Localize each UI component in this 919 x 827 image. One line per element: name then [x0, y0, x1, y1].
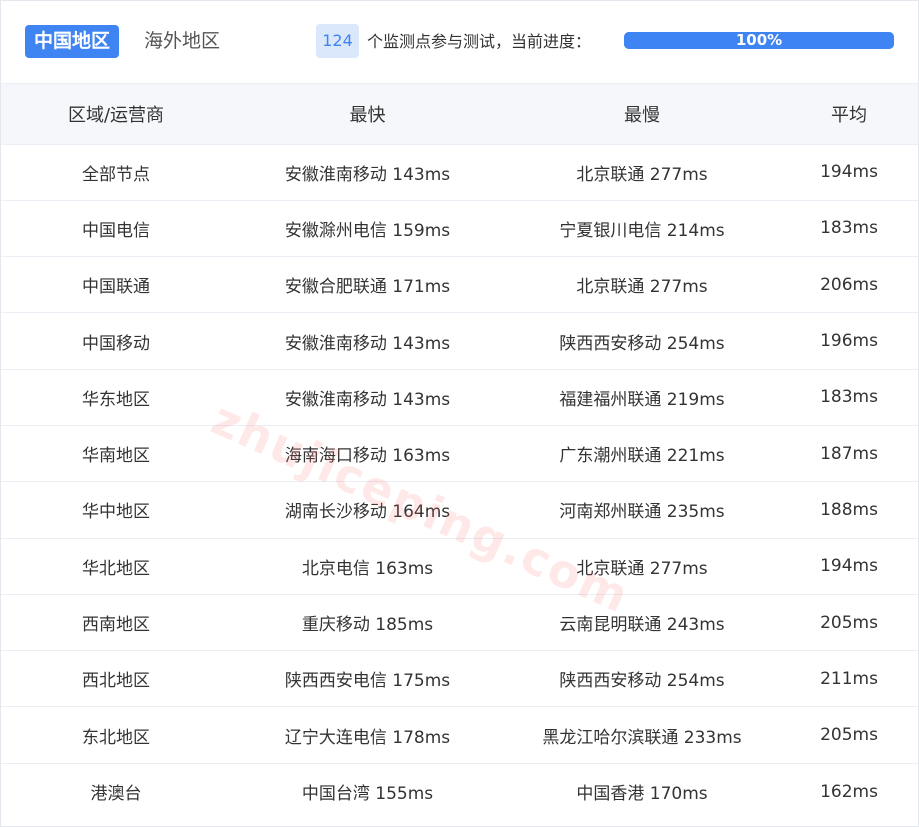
cell-slowest: 陕西西安移动 254ms [559, 333, 725, 354]
header-region: 区域/运营商 [67, 104, 165, 126]
cell-region: 全部节点 [82, 164, 150, 185]
cell-fastest: 安徽淮南移动 143ms [284, 333, 451, 354]
table-row: 中国移动 安徽淮南移动 143ms 陕西西安移动 254ms 196ms [1, 312, 918, 369]
table-row: 港澳台 中国台湾 155ms 中国香港 170ms 162ms [1, 763, 918, 819]
cell-average: 183ms [820, 218, 878, 239]
cell-region: 西北地区 [82, 671, 150, 692]
header-average: 平均 [831, 104, 867, 126]
table-row: 中国联通 安徽合肥联通 171ms 北京联通 277ms 206ms [1, 256, 918, 313]
cell-slowest: 北京联通 277ms [576, 558, 708, 579]
cell-region: 华南地区 [82, 446, 150, 467]
cell-slowest: 北京联通 277ms [576, 164, 708, 185]
top-bar: 中国地区 海外地区 124 个监测点参与测试，当前进度： 100% [1, 1, 918, 84]
cell-slowest: 黑龙江哈尔滨联通 233ms [542, 727, 742, 748]
tab-china-region[interactable]: 中国地区 [25, 25, 120, 58]
progress-bar: 100% [624, 32, 894, 49]
cell-average: 205ms [820, 725, 878, 746]
cell-slowest: 陕西西安移动 254ms [559, 671, 725, 692]
table-row: 全部节点 安徽淮南移动 143ms 北京联通 277ms 194ms [1, 144, 918, 200]
table-row: 华北地区 北京电信 163ms 北京联通 277ms 194ms [1, 538, 918, 594]
cell-slowest: 河南郑州联通 235ms [559, 502, 725, 523]
cell-average: 162ms [820, 781, 878, 802]
table-row: 中国电信 安徽滁州电信 159ms 宁夏银川电信 214ms 183ms [1, 200, 918, 256]
table-header-row: 区域/运营商 最快 最慢 平均 [1, 84, 918, 144]
cell-average: 187ms [820, 443, 878, 464]
cell-fastest: 陕西西安电信 175ms [284, 671, 451, 692]
table-row: 华东地区 安徽淮南移动 143ms 福建福州联通 219ms 183ms [1, 369, 918, 425]
cell-region: 西南地区 [82, 615, 150, 636]
cell-slowest: 福建福州联通 219ms [559, 389, 725, 410]
cell-slowest: 宁夏银川电信 214ms [559, 220, 725, 241]
cell-slowest: 中国香港 170ms [576, 784, 708, 805]
cell-region: 中国移动 [82, 333, 150, 354]
header-slowest: 最慢 [624, 104, 660, 126]
latency-table: 区域/运营商 最快 最慢 平均 全部节点 安徽淮南移动 143ms 北京联通 277… [1, 84, 918, 820]
progress-label: 100% [735, 31, 783, 49]
cell-fastest: 安徽合肥联通 171ms [284, 277, 451, 298]
cell-slowest: 云南昆明联通 243ms [559, 615, 725, 636]
tab-overseas-region[interactable]: 海外地区 [135, 25, 229, 58]
cell-average: 188ms [820, 499, 878, 520]
cell-region: 中国电信 [82, 220, 150, 241]
cell-region: 港澳台 [90, 784, 142, 805]
cell-average: 196ms [820, 331, 878, 352]
cell-fastest: 中国台湾 155ms [301, 784, 434, 805]
cell-fastest: 安徽淮南移动 143ms [284, 389, 451, 410]
cell-average: 205ms [820, 612, 878, 633]
table-row: 西南地区 重庆移动 185ms 云南昆明联通 243ms 205ms [1, 594, 918, 650]
cell-region: 华东地区 [82, 389, 150, 410]
table-row: 西北地区 陕西西安电信 175ms 陕西西安移动 254ms 211ms [1, 650, 918, 707]
cell-fastest: 海南海口移动 163ms [284, 446, 451, 467]
cell-slowest: 北京联通 277ms [576, 277, 708, 298]
table-row: 华南地区 海南海口移动 163ms 广东潮州联通 221ms 187ms [1, 425, 918, 481]
cell-slowest: 广东潮州联通 221ms [559, 446, 725, 467]
cell-average: 183ms [820, 387, 878, 408]
cell-fastest: 重庆移动 185ms [301, 615, 434, 636]
cell-fastest: 北京电信 163ms [301, 558, 434, 579]
table-row: 华中地区 湖南长沙移动 164ms 河南郑州联通 235ms 188ms [1, 481, 918, 538]
cell-fastest: 湖南长沙移动 164ms [284, 502, 451, 523]
node-count-badge: 124 [316, 24, 359, 58]
cell-region: 东北地区 [82, 727, 150, 748]
cell-region: 中国联通 [82, 277, 150, 298]
cell-average: 194ms [820, 162, 878, 183]
cell-region: 华中地区 [82, 502, 150, 523]
header-fastest: 最快 [349, 104, 386, 126]
cell-fastest: 安徽滁州电信 159ms [284, 220, 451, 241]
cell-average: 194ms [820, 556, 878, 577]
cell-fastest: 辽宁大连电信 178ms [284, 727, 451, 748]
cell-average: 206ms [820, 274, 878, 295]
progress-info-text: 个监测点参与测试，当前进度： [367, 32, 592, 51]
cell-average: 211ms [820, 668, 878, 689]
cell-fastest: 安徽淮南移动 143ms [284, 164, 451, 185]
table-row: 东北地区 辽宁大连电信 178ms 黑龙江哈尔滨联通 233ms 205ms [1, 706, 918, 763]
speed-test-panel: 中国地区 海外地区 124 个监测点参与测试，当前进度： 100% 区域/运营商… [0, 0, 919, 827]
cell-region: 华北地区 [82, 558, 150, 579]
